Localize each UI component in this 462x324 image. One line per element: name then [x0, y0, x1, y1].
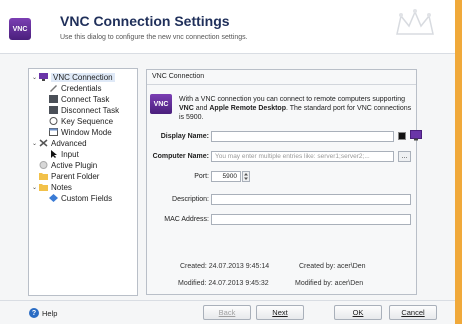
key-pen-icon	[49, 84, 58, 92]
window-icon	[49, 128, 58, 136]
tree-item-label: Connect Task	[61, 94, 110, 104]
task-icon	[49, 95, 58, 103]
created-date: Created: 24.07.2013 9:45:14	[180, 263, 270, 270]
tree-item-parent-folder[interactable]: Parent Folder	[39, 171, 99, 181]
mac-address-label: MAC Address:	[164, 216, 209, 223]
help-icon: ?	[29, 308, 39, 318]
ok-button[interactable]: OK	[334, 305, 382, 320]
expand-arrow-icon[interactable]: ⌄	[32, 74, 39, 81]
tree-item-label: Custom Fields	[61, 193, 113, 203]
cursor-icon	[49, 150, 58, 158]
help-link[interactable]: ? Help	[29, 308, 57, 318]
help-label: Help	[42, 308, 58, 318]
description-label: Description:	[172, 196, 209, 203]
tree-item-label: Input	[61, 149, 79, 159]
tree-item-active-plugin[interactable]: Active Plugin	[39, 160, 97, 170]
tree-item-label: Advanced	[51, 138, 87, 148]
tree-item-label: VNC Connection	[51, 72, 115, 82]
tree-item-connect-task[interactable]: Connect Task	[49, 94, 109, 104]
description-field[interactable]	[211, 194, 411, 205]
crown-watermark-icon	[396, 9, 434, 35]
vnc-logo-icon: VNC	[9, 18, 31, 40]
tree-item-input[interactable]: Input	[49, 149, 79, 159]
settings-tree[interactable]: ⌄ VNC Connection Credentials Connect Tas…	[28, 68, 138, 296]
settings-panel: VNC Connection VNC With a VNC connection…	[146, 69, 422, 295]
tree-item-label: Window Mode	[61, 127, 112, 137]
notes-folder-icon	[39, 183, 48, 191]
task-icon	[49, 106, 58, 114]
created-by: Created by: acer\Den	[299, 263, 366, 270]
computer-name-label: Computer Name:	[152, 153, 209, 160]
panel-title: VNC Connection	[147, 70, 416, 85]
tree-item-label: Notes	[51, 182, 72, 192]
back-button[interactable]: Back	[203, 305, 251, 320]
panel-description: With a VNC connection you can connect to…	[179, 96, 412, 121]
color-picker-button[interactable]	[398, 132, 406, 140]
browse-computer-button[interactable]: ...	[398, 151, 411, 162]
custom-fields-icon	[49, 194, 58, 202]
vnc-logo-icon: VNC	[150, 94, 172, 114]
folder-icon	[39, 172, 48, 180]
mac-address-field[interactable]	[211, 214, 411, 225]
dialog-header: VNC VNC Connection Settings Use this dia…	[0, 0, 455, 54]
port-field[interactable]: 5900	[211, 171, 241, 182]
stepper-arrows-icon	[244, 173, 248, 180]
next-button[interactable]: Next	[256, 305, 304, 320]
tree-item-window-mode[interactable]: Window Mode	[49, 127, 112, 137]
tree-item-label: Credentials	[61, 83, 102, 93]
tree-item-label: Active Plugin	[51, 160, 98, 170]
dialog-window: VNC VNC Connection Settings Use this dia…	[0, 0, 455, 324]
tree-item-advanced[interactable]: ⌄ Advanced	[32, 138, 87, 148]
dialog-title: VNC Connection Settings	[60, 13, 230, 29]
vnc-icon-picker-button[interactable]	[410, 130, 423, 142]
computer-name-field[interactable]: You may enter multiple entries like: ser…	[211, 151, 394, 162]
keyboard-icon	[49, 117, 58, 125]
tree-item-vnc-connection[interactable]: ⌄ VNC Connection	[32, 72, 115, 82]
modified-date: Modified: 24.07.2013 9:45:32	[178, 280, 269, 287]
tree-item-label: Disconnect Task	[61, 105, 120, 115]
monitor-icon	[410, 130, 422, 141]
cancel-button[interactable]: Cancel	[389, 305, 437, 320]
tree-item-credentials[interactable]: Credentials	[49, 83, 101, 93]
modified-by: Modified by: acer\Den	[295, 280, 364, 287]
port-label: Port:	[194, 173, 209, 180]
tree-item-label: Parent Folder	[51, 171, 100, 181]
tree-item-label: Key Sequence	[61, 116, 114, 126]
expand-arrow-icon[interactable]: ⌄	[32, 184, 39, 191]
display-name-label: Display Name:	[160, 133, 209, 140]
tree-item-key-sequence[interactable]: Key Sequence	[49, 116, 113, 126]
port-stepper[interactable]	[242, 171, 250, 182]
vnc-monitor-icon	[39, 73, 48, 81]
display-name-field[interactable]	[211, 131, 394, 142]
tree-item-disconnect-task[interactable]: Disconnect Task	[49, 105, 119, 115]
plugin-icon	[39, 161, 48, 169]
tree-item-custom-fields[interactable]: Custom Fields	[49, 193, 112, 203]
footer-divider	[0, 300, 455, 301]
tools-icon	[39, 139, 48, 147]
tree-item-notes[interactable]: ⌄ Notes	[32, 182, 72, 192]
dialog-subtitle: Use this dialog to configure the new vnc…	[60, 34, 248, 41]
expand-arrow-icon[interactable]: ⌄	[32, 140, 39, 147]
